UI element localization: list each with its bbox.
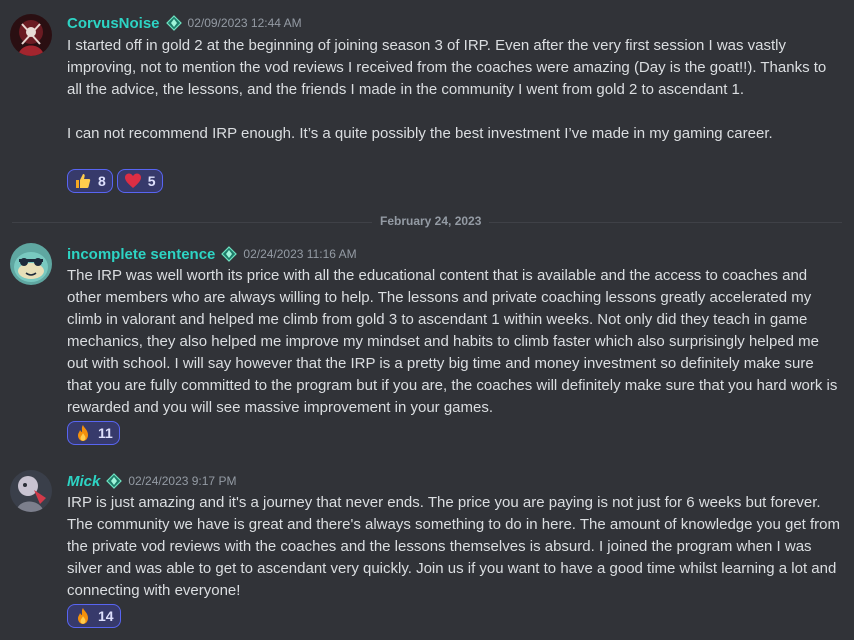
- fire-icon: [74, 424, 92, 442]
- thumbs-up-icon: [74, 172, 92, 190]
- reaction-thumbs-up[interactable]: 8: [67, 169, 113, 193]
- reaction-count: 11: [98, 425, 113, 441]
- gem-badge-icon: [106, 473, 123, 489]
- avatar[interactable]: [10, 243, 52, 285]
- avatar[interactable]: [10, 470, 52, 512]
- reaction-fire[interactable]: 14: [67, 604, 121, 628]
- date-divider: February 24, 2023: [372, 214, 490, 228]
- avatar[interactable]: [10, 14, 52, 56]
- message-text: IRP is just amazing and it's a journey t…: [67, 494, 845, 599]
- gem-badge-icon: [165, 15, 182, 31]
- message-text: I started off in gold 2 at the beginning…: [67, 37, 827, 142]
- timestamp: 02/24/2023 9:17 PM: [128, 474, 237, 488]
- reaction-count: 14: [98, 608, 114, 624]
- message-text: The IRP was well worth its price with al…: [67, 267, 842, 416]
- fire-icon: [74, 607, 92, 625]
- reaction-count: 8: [98, 173, 106, 189]
- timestamp: 02/09/2023 12:44 AM: [187, 16, 302, 30]
- reactions: 8 5: [67, 169, 163, 193]
- username[interactable]: Mick: [67, 473, 100, 490]
- reaction-count: 5: [147, 173, 156, 189]
- username[interactable]: CorvusNoise: [67, 15, 160, 32]
- reaction-heart[interactable]: 5: [116, 169, 163, 193]
- reactions: 14: [67, 604, 121, 628]
- reactions: 11: [67, 421, 120, 445]
- username[interactable]: incomplete sentence: [67, 246, 215, 263]
- red-heart-icon: [124, 172, 142, 190]
- reaction-fire[interactable]: 11: [67, 421, 120, 445]
- gem-badge-icon: [221, 246, 238, 262]
- timestamp: 02/24/2023 11:16 AM: [243, 247, 357, 261]
